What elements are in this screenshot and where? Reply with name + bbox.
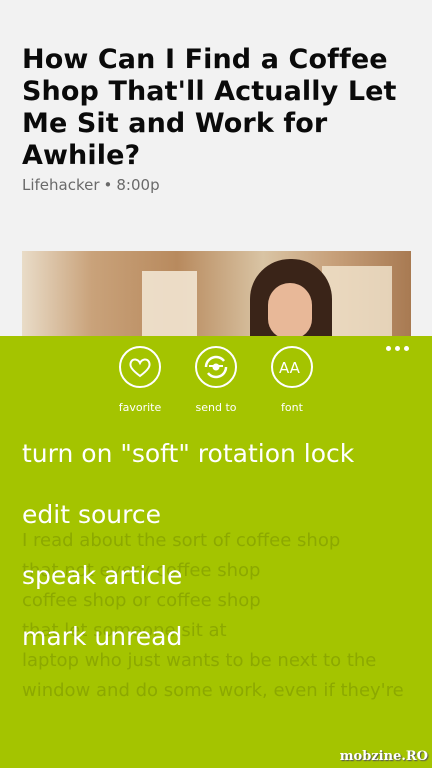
menu-item-edit-source[interactable]: edit source: [22, 493, 354, 554]
app-bar-menu: turn on "soft" rotation lock edit source…: [22, 432, 354, 676]
watermark: mobzine.RO: [339, 749, 428, 764]
favorite-button[interactable]: favorite: [108, 346, 172, 416]
menu-item-mark-unread[interactable]: mark unread: [22, 615, 354, 676]
svg-text:AA: AA: [279, 359, 301, 377]
send-to-button[interactable]: send to: [184, 346, 248, 416]
menu-item-rotation-lock[interactable]: turn on "soft" rotation lock: [22, 432, 354, 493]
font-label: font: [281, 401, 303, 414]
article-time: 8:00p: [116, 176, 160, 194]
menu-item-speak-article[interactable]: speak article: [22, 554, 354, 615]
obscured-text-line: window and do some work, even if they're: [22, 680, 404, 701]
share-icon: [195, 346, 237, 388]
app-bar: I read about the sort of coffee shop tha…: [0, 336, 432, 768]
font-button[interactable]: AA font: [260, 346, 324, 416]
article-byline: Lifehacker • 8:00p: [22, 176, 160, 194]
article-source: Lifehacker: [22, 176, 100, 194]
font-icon: AA: [271, 346, 313, 388]
favorite-label: favorite: [118, 401, 162, 414]
byline-separator: •: [103, 176, 113, 194]
heart-icon: [119, 346, 161, 388]
article-title: How Can I Find a Coffee Shop That'll Act…: [22, 44, 397, 171]
send-to-label: send to: [195, 401, 237, 414]
ellipsis-icon[interactable]: [386, 342, 416, 356]
